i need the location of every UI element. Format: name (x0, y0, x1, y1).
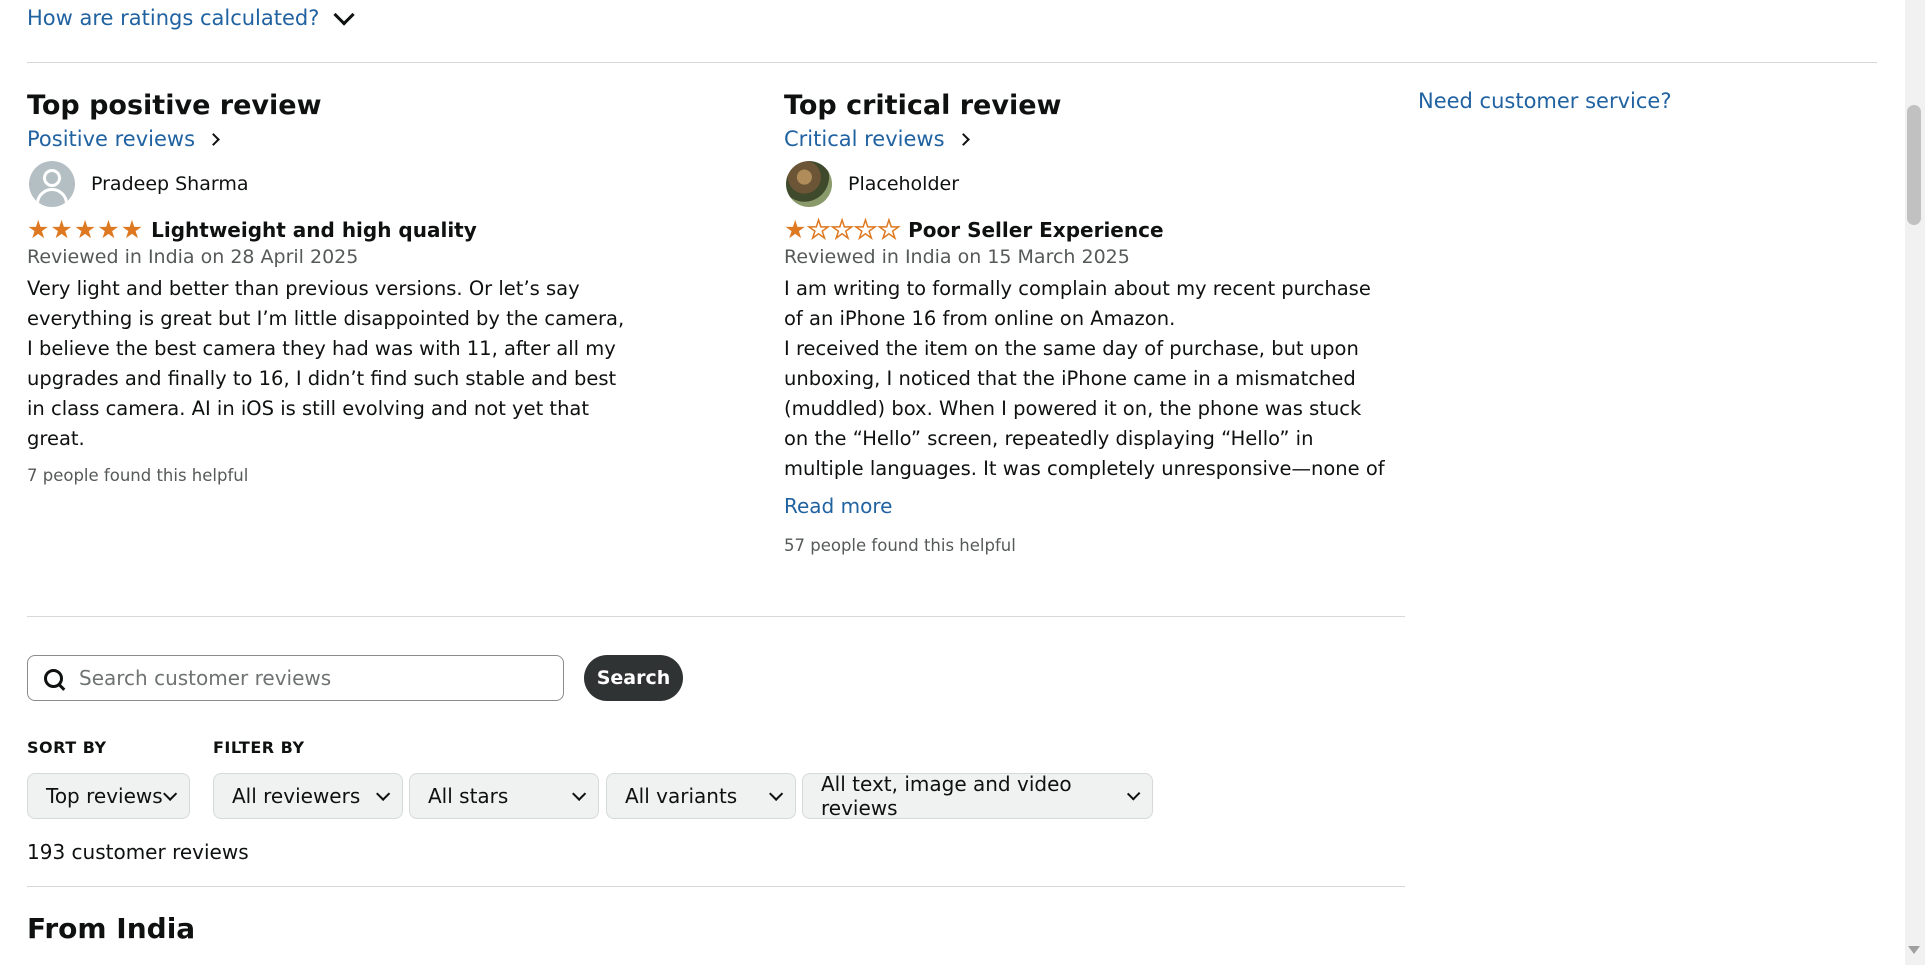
review-date: Reviewed in India on 28 April 2025 (27, 246, 359, 268)
helpful-count: 57 people found this helpful (784, 536, 1016, 555)
avatar[interactable] (29, 161, 75, 207)
chevron-down-icon (572, 786, 587, 801)
helpful-count: 7 people found this helpful (27, 466, 249, 485)
read-more-link[interactable]: Read more (784, 494, 1394, 518)
scrollbar-thumb[interactable] (1907, 105, 1921, 225)
star-rating-1-icon[interactable]: ★ ★ ★ ★ ★ (784, 216, 901, 243)
review-title[interactable]: Lightweight and high quality (151, 218, 477, 242)
chevron-down-icon (1126, 787, 1141, 801)
chevron-down-icon (769, 786, 784, 801)
divider (27, 62, 1877, 63)
review-title-row: ★ ★ ★ ★ ★ Poor Seller Experience (784, 216, 1394, 243)
variant-filter-value[interactable]: All variants (625, 784, 737, 808)
star-rating-5-icon[interactable]: ★ ★ ★ ★ ★ (27, 217, 143, 242)
sort-by-label: SORT BY (27, 738, 107, 757)
star-filter-value[interactable]: All stars (428, 784, 508, 808)
review-count: 193 customer reviews (27, 840, 249, 864)
critical-review-heading: Top critical review (784, 90, 1062, 121)
review-body-paragraph-1: I am writing to formally complain about … (784, 277, 1371, 330)
search-field[interactable] (27, 655, 564, 701)
avatar[interactable] (786, 161, 832, 207)
reviewer-name[interactable]: Placeholder (848, 173, 959, 195)
top-positive-review: Top positive review Positive reviews Pra… (27, 90, 637, 485)
section-heading: From India (27, 912, 196, 945)
positive-review-heading: Top positive review (27, 90, 322, 121)
positive-reviews-link[interactable]: Positive reviews (27, 127, 637, 151)
top-critical-review: Top critical review Critical reviews Pla… (784, 90, 1394, 555)
review-body-paragraph-2: I received the item on the same day of p… (784, 337, 1385, 480)
positive-reviews-link-label[interactable]: Positive reviews (27, 127, 195, 151)
divider (27, 616, 1405, 617)
sort-selected-value[interactable]: Top reviews (46, 784, 163, 808)
reviewer-filter-dropdown[interactable]: All reviewers (213, 773, 403, 819)
review-title-row: ★ ★ ★ ★ ★ Lightweight and high quality (27, 217, 637, 242)
critical-reviews-link[interactable]: Critical reviews (784, 127, 1394, 151)
variant-filter-dropdown[interactable]: All variants (606, 773, 796, 819)
search-input[interactable] (77, 665, 541, 691)
scroll-down-arrow-icon[interactable] (1908, 946, 1920, 954)
media-filter-value[interactable]: All text, image and video reviews (821, 772, 1127, 820)
ratings-calculation-label[interactable]: How are ratings calculated? (27, 6, 319, 30)
customer-service-link[interactable]: Need customer service? (1418, 89, 1672, 113)
review-body: I am writing to formally complain about … (784, 274, 1389, 484)
chevron-right-icon (956, 132, 970, 146)
reviewer-profile[interactable]: Pradeep Sharma (29, 161, 637, 207)
chevron-down-icon (376, 786, 391, 801)
chevron-down-icon (163, 786, 178, 801)
review-date: Reviewed in India on 15 March 2025 (784, 246, 1130, 268)
ratings-calculation-toggle[interactable]: How are ratings calculated? (27, 3, 356, 30)
media-filter-dropdown[interactable]: All text, image and video reviews (802, 772, 1153, 820)
critical-reviews-link-label[interactable]: Critical reviews (784, 127, 945, 151)
search-icon (44, 668, 63, 688)
star-filter-dropdown[interactable]: All stars (409, 773, 599, 819)
reviewer-profile[interactable]: Placeholder (786, 161, 1394, 207)
sort-dropdown[interactable]: Top reviews (27, 773, 190, 819)
divider (27, 886, 1405, 887)
chevron-down-icon (333, 3, 356, 26)
search-button[interactable]: Search (584, 655, 683, 701)
reviewer-filter-value[interactable]: All reviewers (232, 784, 360, 808)
reviewer-name[interactable]: Pradeep Sharma (91, 173, 249, 195)
filter-by-label: FILTER BY (213, 738, 305, 757)
review-title[interactable]: Poor Seller Experience (908, 218, 1163, 242)
chevron-right-icon (207, 132, 220, 146)
review-body: Very light and better than previous vers… (27, 277, 625, 450)
